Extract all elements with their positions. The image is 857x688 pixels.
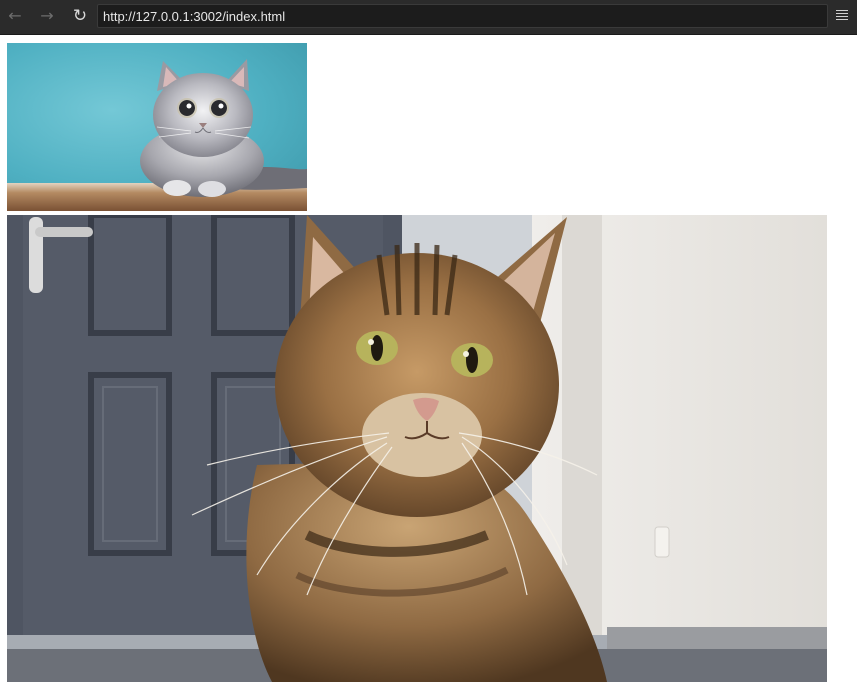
arrow-left-icon[interactable]: ← (4, 5, 26, 27)
browser-toolbar: ← → ↻ http://127.0.0.1:3002/index.html (0, 0, 857, 35)
tabby-cat-image (7, 215, 827, 682)
kitten-image (7, 43, 307, 211)
url-text[interactable]: http://127.0.0.1:3002/index.html (103, 9, 285, 24)
arrow-right-icon[interactable]: → (36, 5, 58, 27)
hamburger-menu-icon[interactable] (834, 8, 850, 24)
page-content (0, 35, 857, 688)
reload-icon[interactable]: ↻ (69, 5, 91, 27)
address-bar[interactable]: http://127.0.0.1:3002/index.html (97, 4, 828, 28)
